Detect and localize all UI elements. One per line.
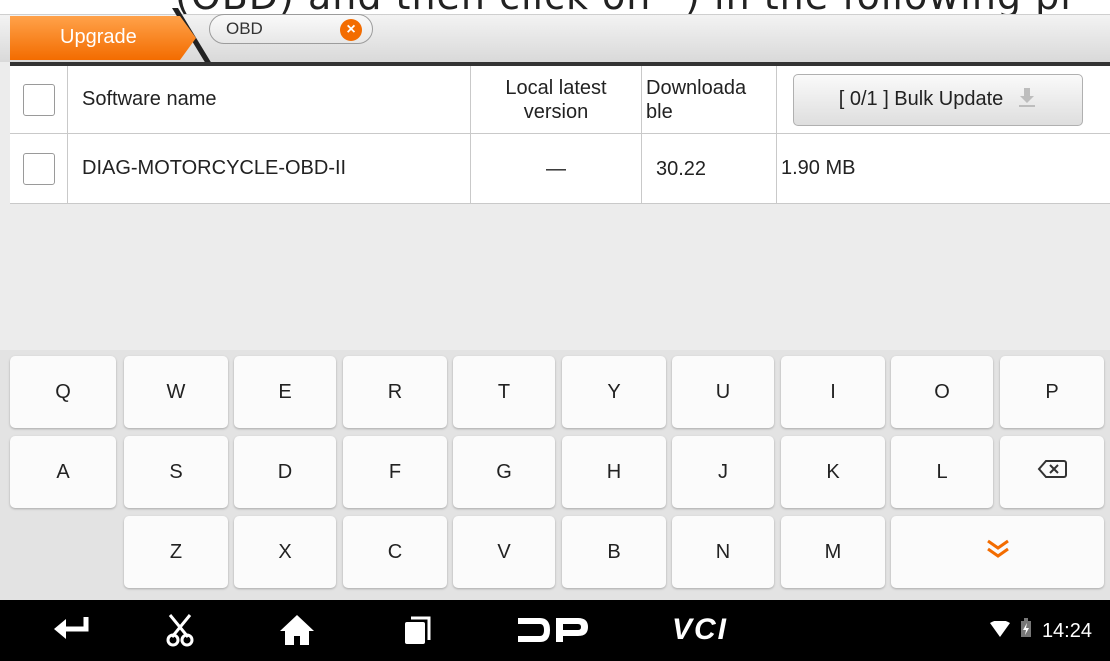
- key-f[interactable]: F: [343, 436, 447, 508]
- hide-keyboard-key[interactable]: [891, 516, 1104, 588]
- battery-icon: [1020, 618, 1032, 644]
- system-nav-bar: VCI 14:24: [0, 600, 1110, 661]
- row-checkbox[interactable]: [22, 152, 55, 185]
- key-h[interactable]: H: [562, 436, 666, 508]
- key-o[interactable]: O: [891, 356, 993, 428]
- key-l[interactable]: L: [891, 436, 993, 508]
- key-k[interactable]: K: [781, 436, 885, 508]
- key-v[interactable]: V: [453, 516, 555, 588]
- header-software-name: Software name: [68, 66, 471, 133]
- row-downloadable: 30.22: [642, 134, 777, 203]
- header-downloadable: Downloada ble: [642, 66, 777, 133]
- back-icon[interactable]: [50, 610, 94, 650]
- key-d[interactable]: D: [234, 436, 336, 508]
- backspace-icon: [1037, 459, 1067, 485]
- key-m[interactable]: M: [781, 516, 885, 588]
- key-backspace[interactable]: [1000, 436, 1104, 508]
- dp-logo-icon[interactable]: [515, 610, 591, 650]
- table-row[interactable]: DIAG-MOTORCYCLE-OBD-II — 30.22 1.90 MB: [10, 134, 1110, 204]
- key-blank: [10, 516, 116, 588]
- software-table: Software name Local latest version Downl…: [10, 62, 1110, 204]
- download-icon: [1017, 86, 1037, 114]
- key-t[interactable]: T: [453, 356, 555, 428]
- bulk-update-cell: [ 0/1 ] Bulk Update: [777, 66, 1110, 133]
- key-n[interactable]: N: [672, 516, 774, 588]
- key-c[interactable]: C: [343, 516, 447, 588]
- select-all-cell: [10, 66, 68, 133]
- home-icon[interactable]: [275, 610, 319, 650]
- tab-upgrade-label: Upgrade: [60, 26, 137, 48]
- top-bar: (OBD) and then click on ”) in the follow…: [0, 0, 1110, 62]
- row-local-version: —: [471, 134, 642, 203]
- key-u[interactable]: U: [672, 356, 774, 428]
- content-area: Software name Local latest version Downl…: [0, 62, 1110, 350]
- key-b[interactable]: B: [562, 516, 666, 588]
- clock-time: 14:24: [1041, 619, 1092, 642]
- key-p[interactable]: P: [1000, 356, 1104, 428]
- key-j[interactable]: J: [672, 436, 774, 508]
- status-area: 14:24: [989, 618, 1092, 644]
- key-z[interactable]: Z: [124, 516, 228, 588]
- clear-icon[interactable]: ×: [340, 19, 362, 41]
- key-w[interactable]: W: [124, 356, 228, 428]
- row-software-name: DIAG-MOTORCYCLE-OBD-II: [68, 134, 471, 203]
- vci-button[interactable]: VCI: [660, 610, 740, 650]
- key-a[interactable]: A: [10, 436, 116, 508]
- search-filter-chip[interactable]: OBD ×: [209, 14, 373, 44]
- bulk-update-label: [ 0/1 ] Bulk Update: [838, 88, 1004, 110]
- chevron-down-icon: [985, 538, 1011, 566]
- row-size: 1.90 MB: [781, 157, 856, 179]
- key-y[interactable]: Y: [562, 356, 666, 428]
- key-x[interactable]: X: [234, 516, 336, 588]
- tab-upgrade[interactable]: Upgrade: [10, 16, 196, 60]
- select-all-checkbox[interactable]: [22, 83, 55, 116]
- key-e[interactable]: E: [234, 356, 336, 428]
- wifi-icon: [989, 619, 1010, 643]
- key-i[interactable]: I: [781, 356, 885, 428]
- key-s[interactable]: S: [124, 436, 228, 508]
- header-local-version: Local latest version: [471, 66, 642, 133]
- scissors-icon[interactable]: [160, 610, 200, 650]
- key-g[interactable]: G: [453, 436, 555, 508]
- on-screen-keyboard: Q W E R T Y U I O P A S D F G H J K L Z …: [0, 350, 1110, 600]
- recent-apps-icon[interactable]: [398, 610, 438, 650]
- key-r[interactable]: R: [343, 356, 447, 428]
- row-check-cell: [10, 134, 68, 203]
- bulk-update-button[interactable]: [ 0/1 ] Bulk Update: [793, 73, 1083, 126]
- search-filter-text: OBD: [226, 19, 263, 38]
- table-header-row: Software name Local latest version Downl…: [10, 66, 1110, 134]
- key-q[interactable]: Q: [10, 356, 116, 428]
